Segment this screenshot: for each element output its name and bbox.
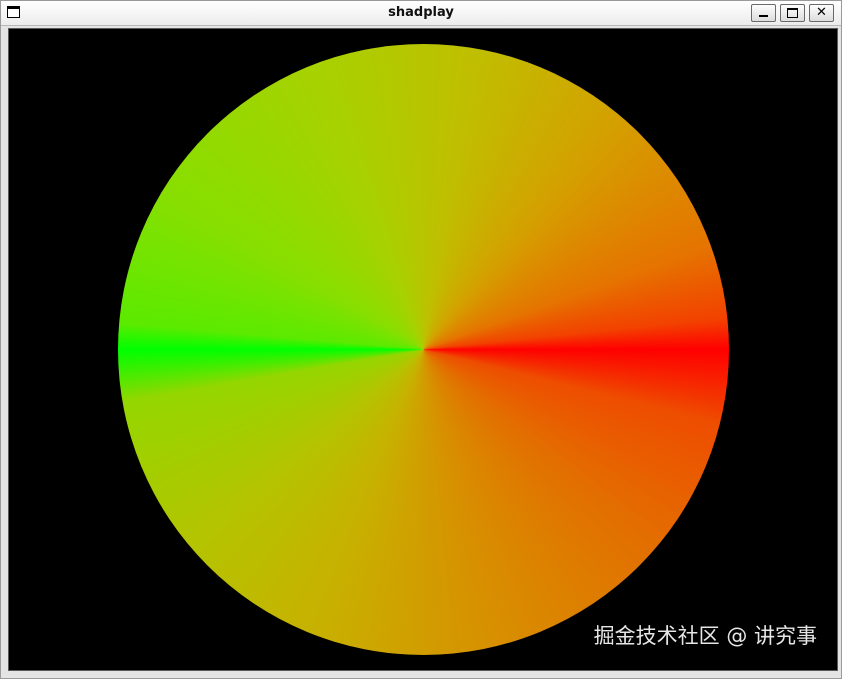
gradient-circle (118, 44, 729, 655)
shader-viewport[interactable]: 掘金技术社区 @ 讲究事 (8, 28, 838, 671)
application-window: shadplay ✕ 掘金技术社区 @ 讲究事 (0, 0, 842, 679)
watermark-text: 掘金技术社区 @ 讲究事 (593, 624, 817, 648)
maximize-icon (787, 8, 798, 18)
window-title: shadplay (388, 5, 454, 20)
maximize-button[interactable] (780, 4, 805, 22)
minimize-icon (759, 15, 768, 17)
window-menu-icon[interactable] (7, 6, 20, 18)
close-button[interactable]: ✕ (809, 4, 834, 22)
minimize-button[interactable] (751, 4, 776, 22)
title-bar[interactable]: shadplay ✕ (1, 1, 841, 26)
close-icon: ✕ (816, 5, 827, 20)
